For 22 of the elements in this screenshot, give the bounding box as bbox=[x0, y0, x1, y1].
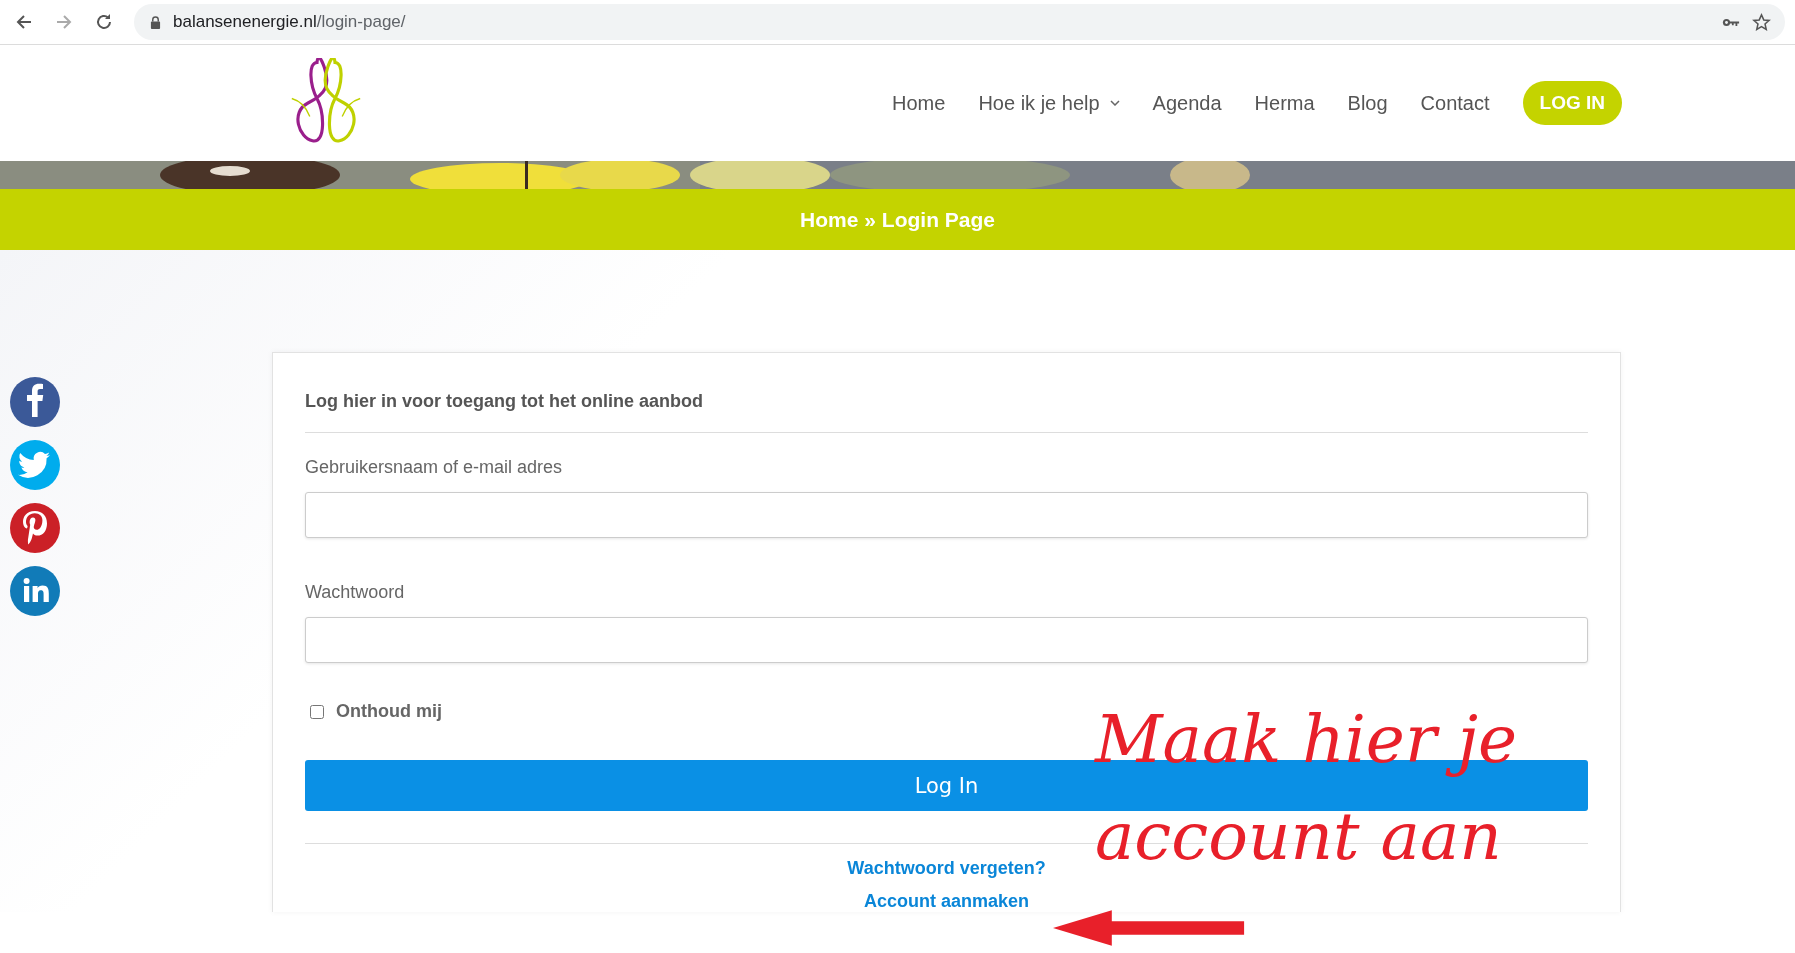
url-text: balansenenergie.nl/login-page/ bbox=[173, 12, 406, 32]
nav-link[interactable]: Agenda bbox=[1152, 91, 1222, 115]
star-icon[interactable] bbox=[1752, 12, 1771, 32]
field-label: Gebruikersnaam of e-mail adres bbox=[305, 457, 563, 478]
nav-link[interactable]: Blog bbox=[1347, 91, 1388, 115]
form-title: Log hier in voor toegang tot het online aanbod bbox=[305, 391, 703, 412]
form-link[interactable]: Wachtwoord vergeten? bbox=[847, 858, 1046, 879]
lock-icon bbox=[150, 15, 161, 29]
breadcrumb-current: » Login Page bbox=[864, 207, 995, 232]
nav-link[interactable]: Herma bbox=[1254, 91, 1315, 115]
input-field[interactable] bbox=[305, 492, 1588, 538]
key-icon[interactable] bbox=[1722, 16, 1740, 28]
nav-link[interactable]: Home bbox=[892, 91, 946, 115]
reload-icon[interactable] bbox=[94, 12, 114, 32]
checkbox-label: Onthoud mij bbox=[336, 701, 442, 722]
address-bar[interactable]: balansenenergie.nl/login-page/ bbox=[134, 4, 1785, 40]
input-field[interactable] bbox=[305, 617, 1588, 663]
field-label: Wachtwoord bbox=[305, 582, 405, 603]
remember-checkbox[interactable] bbox=[310, 704, 324, 719]
nav-link[interactable]: Hoe ik je help bbox=[978, 91, 1120, 115]
form-link[interactable]: Account aanmaken bbox=[863, 891, 1030, 912]
nav-link[interactable]: Contact bbox=[1420, 91, 1490, 115]
